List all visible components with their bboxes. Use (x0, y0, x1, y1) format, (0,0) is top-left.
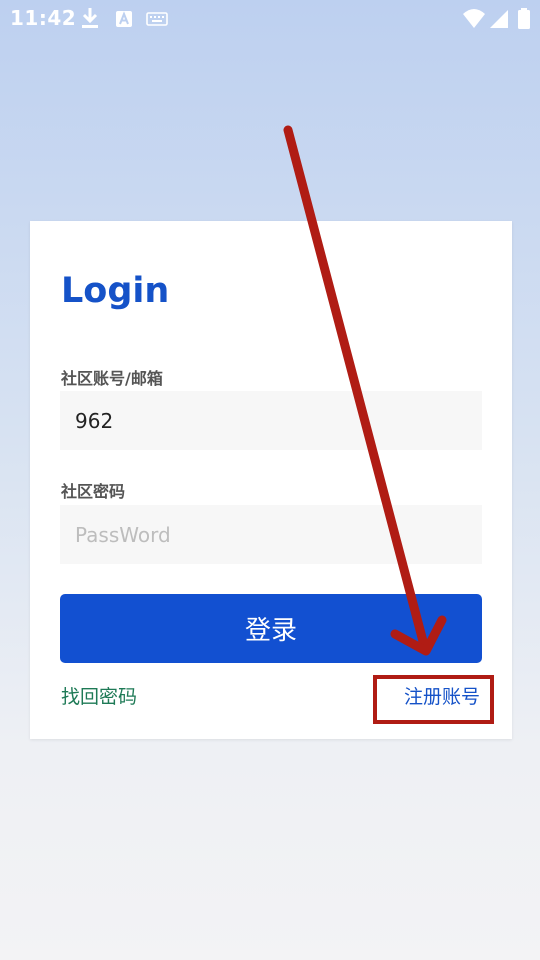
a-text-icon (116, 11, 132, 27)
status-time: 11:42 (10, 6, 77, 30)
password-label: 社区密码 (61, 482, 126, 501)
account-input[interactable] (60, 391, 482, 450)
login-title: Login (61, 271, 170, 311)
wifi-icon (463, 9, 485, 28)
login-button[interactable]: 登录 (60, 594, 482, 663)
forgot-password-link[interactable]: 找回密码 (61, 682, 137, 709)
signal-icon (490, 10, 508, 28)
password-input[interactable] (60, 505, 482, 564)
account-label: 社区账号/邮箱 (61, 369, 163, 388)
login-card: Login 社区账号/邮箱 社区密码 登录 找回密码 注册账号 (30, 221, 512, 739)
register-link[interactable]: 注册账号 (404, 682, 480, 709)
status-bar: 11:42 (0, 0, 540, 36)
download-icon (82, 8, 98, 28)
battery-icon (518, 8, 530, 29)
keyboard-icon (146, 12, 168, 26)
